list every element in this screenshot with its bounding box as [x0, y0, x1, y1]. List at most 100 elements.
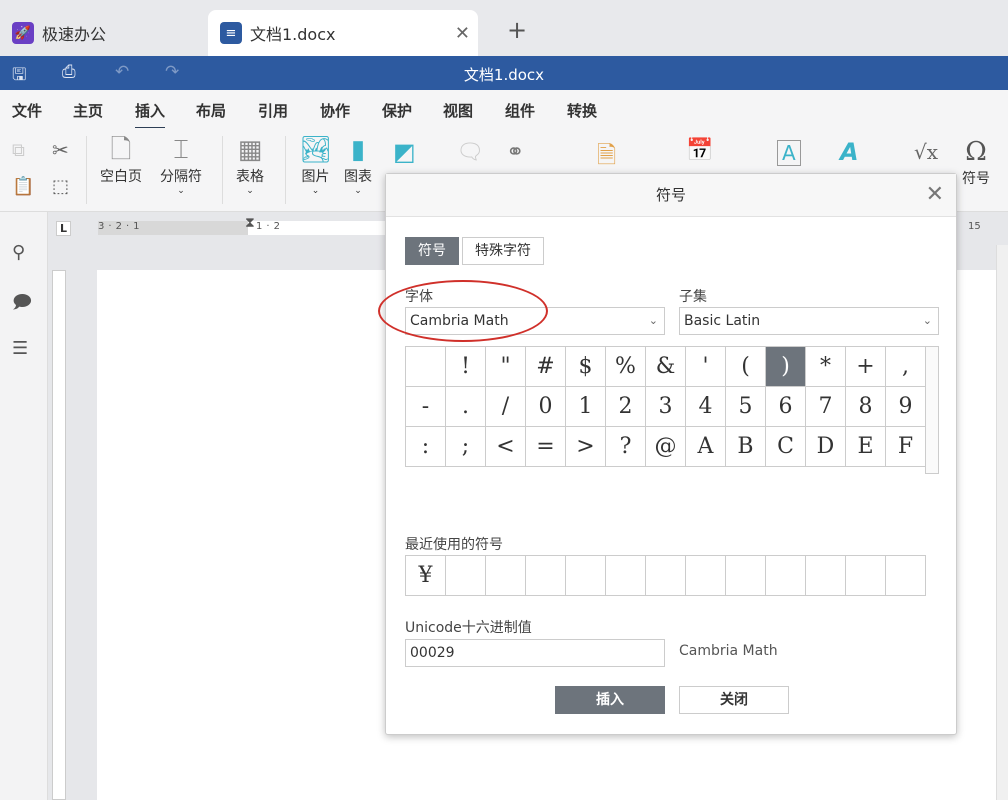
symbol-cell[interactable]: A	[686, 427, 726, 467]
recent-symbol-cell[interactable]	[566, 556, 606, 596]
table-button[interactable]: ▦ 表格 ⌄	[236, 134, 264, 196]
symbol-cell[interactable]: &	[646, 347, 686, 387]
unicode-input[interactable]	[405, 639, 665, 667]
subset-select[interactable]: Basic Latin ⌄	[679, 307, 939, 335]
symbol-cell[interactable]: F	[886, 427, 926, 467]
wordart-icon[interactable]: A	[840, 138, 859, 166]
vertical-scrollbar[interactable]	[996, 245, 1008, 800]
menu-layout[interactable]: 布局	[196, 100, 226, 121]
symbol-grid-scrollbar[interactable]	[925, 346, 939, 474]
recent-symbol-cell[interactable]	[446, 556, 486, 596]
tab-special-characters[interactable]: 特殊字符	[462, 237, 544, 265]
textbox-icon[interactable]: A	[777, 140, 801, 166]
select-icon[interactable]: ⬚	[52, 176, 69, 197]
symbol-cell[interactable]: 8	[846, 387, 886, 427]
symbol-cell[interactable]: C	[766, 427, 806, 467]
title-bar: 🖫 ⎙ ↶ ↷ 文档1.docx	[0, 56, 1008, 90]
symbol-cell[interactable]: E	[846, 427, 886, 467]
symbol-cell[interactable]: /	[486, 387, 526, 427]
recent-symbol-cell[interactable]	[646, 556, 686, 596]
comment-icon[interactable]: 🗨	[456, 140, 484, 165]
recent-symbol-cell[interactable]	[886, 556, 926, 596]
tab-label: 文档1.docx	[250, 25, 336, 44]
close-tab-icon[interactable]: ✕	[455, 23, 470, 44]
symbol-cell[interactable]: 1	[566, 387, 606, 427]
equation-icon[interactable]: √x	[914, 140, 938, 164]
indent-marker[interactable]: ⧗	[245, 215, 255, 231]
symbol-cell[interactable]: 6	[766, 387, 806, 427]
symbol-cell[interactable]: ?	[606, 427, 646, 467]
symbol-cell[interactable]: *	[806, 347, 846, 387]
recent-symbol-cell[interactable]	[766, 556, 806, 596]
symbol-cell[interactable]: =	[526, 427, 566, 467]
scissors-icon[interactable]: ✂	[52, 138, 69, 162]
symbol-button[interactable]: Ω 符号	[962, 136, 990, 188]
symbol-cell[interactable]: (	[726, 347, 766, 387]
symbol-cell[interactable]: 7	[806, 387, 846, 427]
comment-icon[interactable]: 🗩	[12, 290, 32, 320]
menu-collaborate[interactable]: 协作	[320, 100, 350, 121]
symbol-cell[interactable]: ;	[446, 427, 486, 467]
tab-document[interactable]: ≡ 文档1.docx ✕	[208, 10, 478, 56]
symbol-cell[interactable]: <	[486, 427, 526, 467]
image-button[interactable]: 🏞 图片 ⌄	[299, 134, 332, 196]
recent-symbol-cell[interactable]: ¥	[406, 556, 446, 596]
copy-icon[interactable]: ⧉	[12, 140, 25, 161]
symbol-cell[interactable]: )	[766, 347, 806, 387]
menu-protect[interactable]: 保护	[382, 100, 412, 121]
symbol-cell[interactable]: 9	[886, 387, 926, 427]
symbol-cell[interactable]: %	[606, 347, 646, 387]
chart-button[interactable]: ▮ 图表 ⌄	[344, 134, 372, 196]
tab-home[interactable]: 🚀 极速办公	[0, 10, 118, 56]
menu-file[interactable]: 文件	[12, 100, 42, 121]
separator-button[interactable]: ⌶ 分隔符 ⌄	[160, 134, 202, 196]
close-button[interactable]: 关闭	[679, 686, 789, 714]
menu-convert[interactable]: 转换	[567, 100, 597, 121]
symbol-cell[interactable]: 5	[726, 387, 766, 427]
symbol-cell[interactable]: 2	[606, 387, 646, 427]
menu-view[interactable]: 视图	[443, 100, 473, 121]
recent-symbol-cell[interactable]	[606, 556, 646, 596]
symbol-cell[interactable]: ,	[886, 347, 926, 387]
menu-home[interactable]: 主页	[73, 100, 103, 121]
blank-page-button[interactable]: 🗋 空白页	[100, 134, 142, 186]
symbol-cell[interactable]: +	[846, 347, 886, 387]
recent-symbol-cell[interactable]	[726, 556, 766, 596]
recent-symbol-cell[interactable]	[806, 556, 846, 596]
insert-button[interactable]: 插入	[555, 686, 665, 714]
symbol-cell[interactable]: #	[526, 347, 566, 387]
outline-icon[interactable]: ☰	[12, 338, 28, 359]
recent-symbol-cell[interactable]	[486, 556, 526, 596]
date-icon[interactable]: 📅	[686, 138, 713, 163]
chart-label: 图表	[344, 169, 372, 185]
symbol-cell[interactable]: $	[566, 347, 606, 387]
tab-symbols[interactable]: 符号	[405, 237, 459, 265]
symbol-cell[interactable]: '	[686, 347, 726, 387]
recent-symbol-cell[interactable]	[686, 556, 726, 596]
symbol-cell[interactable]: "	[486, 347, 526, 387]
symbol-cell[interactable]	[406, 347, 446, 387]
symbol-cell[interactable]: B	[726, 427, 766, 467]
symbol-cell[interactable]: 4	[686, 387, 726, 427]
symbol-cell[interactable]: -	[406, 387, 446, 427]
shapes-icon[interactable]: ◩	[393, 138, 416, 166]
menu-plugins[interactable]: 组件	[505, 100, 535, 121]
tab-stop-icon[interactable]: L	[56, 221, 72, 236]
menu-insert[interactable]: 插入	[135, 100, 166, 130]
symbol-cell[interactable]: D	[806, 427, 846, 467]
link-icon[interactable]: ⚭	[506, 140, 524, 165]
close-icon[interactable]: ✕	[926, 182, 944, 207]
symbol-cell[interactable]: 0	[526, 387, 566, 427]
paste-icon[interactable]: 📋	[12, 176, 34, 197]
menu-references[interactable]: 引用	[258, 100, 288, 121]
symbol-cell[interactable]: 3	[646, 387, 686, 427]
symbol-cell[interactable]: .	[446, 387, 486, 427]
symbol-cell[interactable]: !	[446, 347, 486, 387]
new-tab-icon[interactable]: +	[507, 16, 527, 44]
symbol-cell[interactable]: @	[646, 427, 686, 467]
symbol-cell[interactable]: :	[406, 427, 446, 467]
search-icon[interactable]: ⚲	[12, 242, 25, 263]
symbol-cell[interactable]: >	[566, 427, 606, 467]
recent-symbol-cell[interactable]	[846, 556, 886, 596]
recent-symbol-cell[interactable]	[526, 556, 566, 596]
